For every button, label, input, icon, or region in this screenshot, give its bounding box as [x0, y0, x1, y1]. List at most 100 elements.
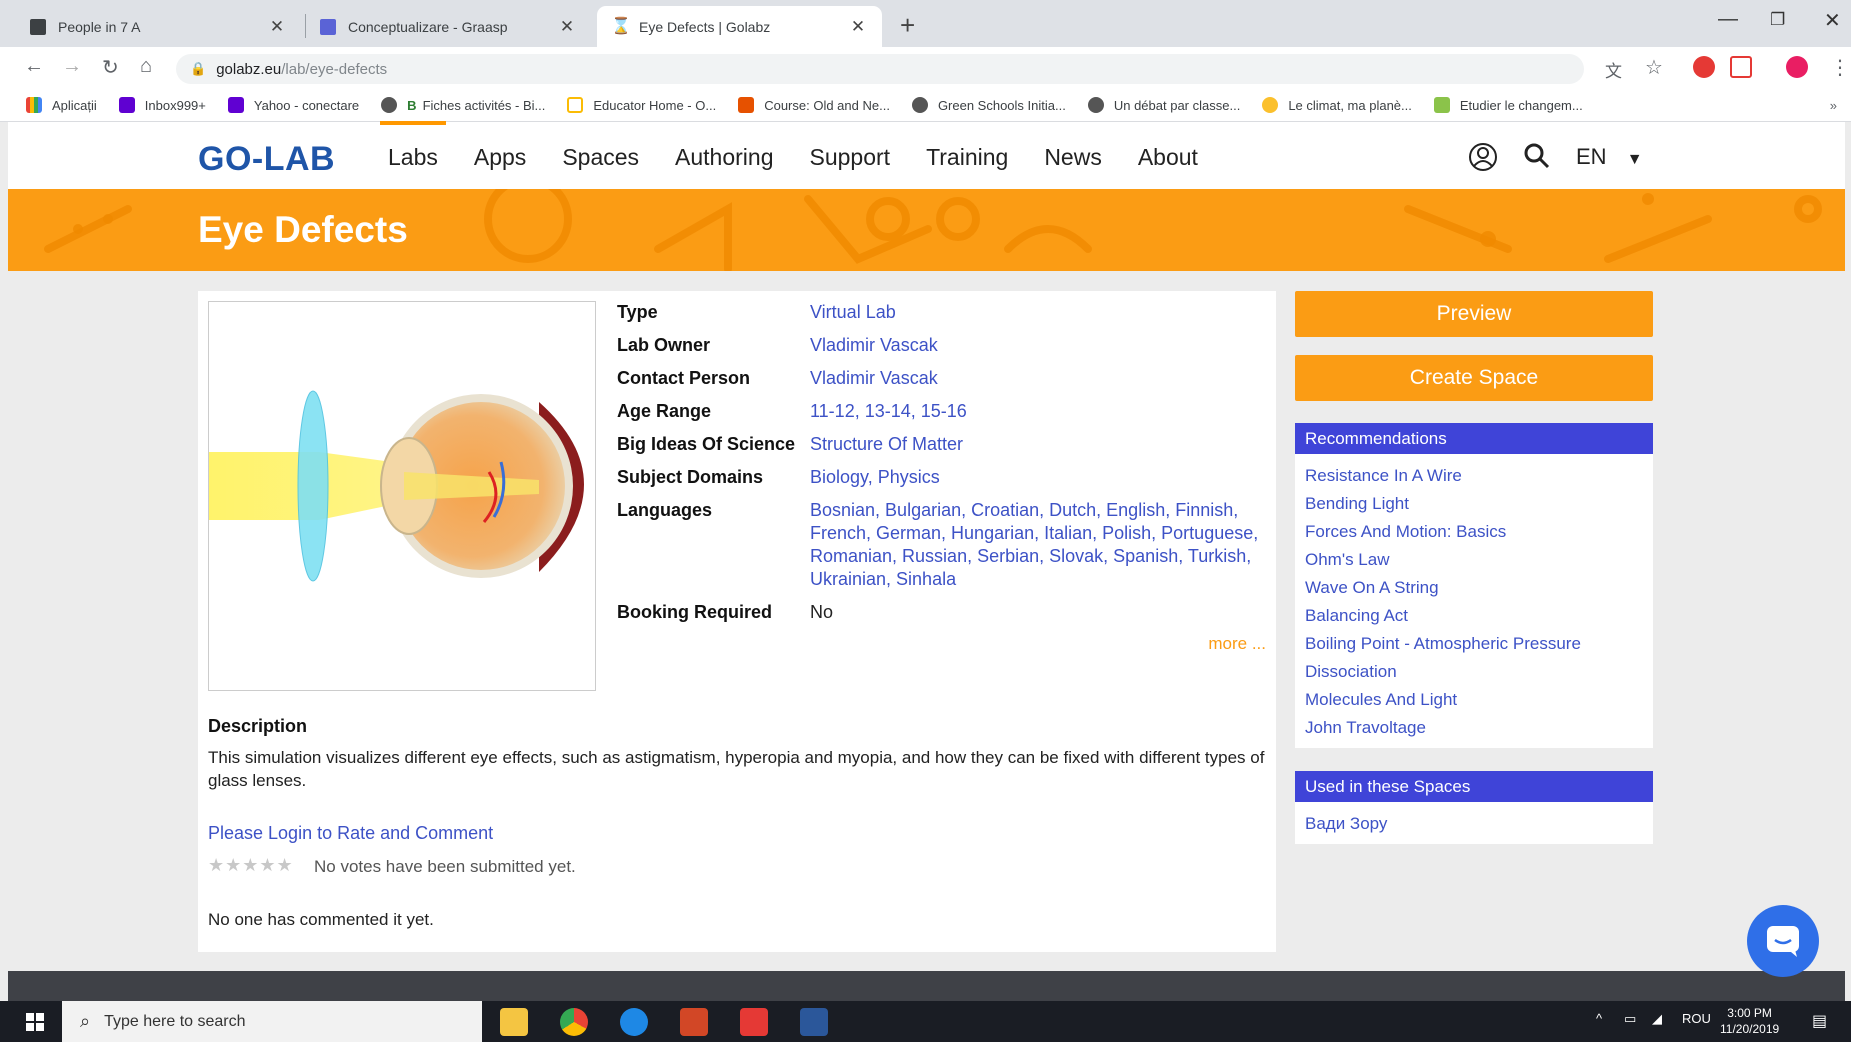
user-account-icon[interactable] — [1468, 142, 1498, 179]
recommendation-link[interactable]: Boiling Point - Atmospheric Pressure — [1305, 630, 1643, 658]
restore-window-icon[interactable]: ❐ — [1770, 10, 1785, 30]
bookmark-label: Inbox999+ — [144, 97, 206, 113]
bookmark-item[interactable]: Le climat, ma planè... — [1262, 97, 1412, 113]
recommendation-link[interactable]: Wave On A String — [1305, 574, 1643, 602]
browser-tab[interactable]: Conceptualizare - Graasp ✕ — [306, 6, 591, 47]
browser-tab[interactable]: People in 7 A ✕ — [16, 6, 301, 47]
recommendations-title: Recommendations — [1295, 423, 1653, 454]
globe-icon — [1087, 97, 1104, 113]
close-tab-icon[interactable]: ✕ — [848, 17, 868, 37]
bookmark-label: Un débat par classe... — [1113, 97, 1241, 113]
show-hidden-icons[interactable]: ^ — [1596, 1011, 1602, 1026]
bookmark-item[interactable]: Educator Home - O... — [567, 97, 716, 113]
search-icon[interactable] — [1523, 142, 1551, 177]
minimize-window-icon[interactable]: — — [1718, 8, 1738, 31]
bookmark-item[interactable]: B Fiches activités - Bi... — [381, 97, 545, 113]
nav-about[interactable]: About — [1138, 144, 1198, 171]
extension-icon[interactable] — [1693, 56, 1715, 78]
input-language[interactable]: ROU — [1682, 1011, 1711, 1026]
recommendation-link[interactable]: Forces And Motion: Basics — [1305, 518, 1643, 546]
taskbar-clock[interactable]: 3:00 PM 11/20/2019 — [1720, 1005, 1779, 1037]
pocket-extension-icon[interactable] — [1730, 56, 1752, 78]
edge-icon[interactable] — [620, 1008, 648, 1036]
reload-icon[interactable]: ↻ — [102, 55, 119, 80]
property-value-link[interactable]: Bosnian, Bulgarian, Croatian, Dutch, Eng… — [810, 499, 1267, 591]
forward-icon[interactable]: → — [62, 55, 82, 78]
search-icon: ⌕ — [80, 1011, 91, 1031]
recommendation-link[interactable]: Ohm's Law — [1305, 546, 1643, 574]
recommendation-link[interactable]: Resistance In A Wire — [1305, 462, 1643, 490]
property-value-link[interactable]: Vladimir Vascak — [810, 334, 1267, 357]
bookmark-item[interactable]: Inbox999+ — [118, 97, 206, 113]
bookmark-item[interactable]: Aplicații — [26, 97, 97, 113]
recommendation-link[interactable]: Dissociation — [1305, 658, 1643, 686]
chat-button[interactable] — [1747, 905, 1819, 977]
description-text: This simulation visualizes different eye… — [208, 748, 1265, 790]
file-explorer-icon[interactable] — [500, 1008, 528, 1036]
home-icon[interactable]: ⌂ — [140, 55, 152, 78]
property-value-link[interactable]: 11-12, 13-14, 15-16 — [810, 400, 1267, 423]
property-value-link[interactable]: Structure Of Matter — [810, 433, 1267, 456]
bookmark-item[interactable]: Green Schools Initia... — [911, 97, 1066, 113]
property-value-link[interactable]: Biology, Physics — [810, 466, 1267, 489]
lab-preview-image[interactable] — [208, 301, 596, 691]
clock-time: 3:00 PM — [1727, 1006, 1772, 1020]
recommendation-link[interactable]: Bending Light — [1305, 490, 1643, 518]
bookmark-star-icon[interactable]: ☆ — [1645, 55, 1663, 80]
recommendation-link[interactable]: Molecules And Light — [1305, 686, 1643, 714]
preview-button[interactable]: Preview — [1295, 291, 1653, 337]
eye-lens-illustration — [209, 390, 584, 582]
bookmark-item[interactable]: Etudier le changem... — [1433, 97, 1583, 113]
more-bookmarks-icon[interactable]: » — [1830, 98, 1837, 113]
notifications-icon[interactable]: ▤ — [1812, 1011, 1827, 1031]
close-tab-icon[interactable]: ✕ — [557, 17, 577, 37]
new-tab-icon[interactable]: + — [900, 10, 915, 41]
property-row: Big Ideas Of Science Structure Of Matter — [617, 433, 1267, 456]
menu-kebab-icon[interactable]: ⋮ — [1830, 55, 1850, 80]
property-value-link[interactable]: Vladimir Vascak — [810, 367, 1267, 390]
battery-icon[interactable]: ▭ — [1624, 1011, 1636, 1027]
space-link[interactable]: Вади Зору — [1305, 810, 1643, 838]
recommendation-link[interactable]: Balancing Act — [1305, 602, 1643, 630]
close-tab-icon[interactable]: ✕ — [267, 17, 287, 37]
acrobat-icon[interactable] — [740, 1008, 768, 1036]
windows-start-icon[interactable] — [26, 1013, 44, 1031]
url-host: golabz.eu — [216, 60, 282, 78]
chevron-down-icon: ▼ — [1626, 151, 1643, 168]
language-selector[interactable]: EN ▼ — [1576, 144, 1643, 170]
nav-apps[interactable]: Apps — [474, 144, 526, 171]
browser-tab-active[interactable]: ⌛ Eye Defects | Golabz ✕ — [597, 6, 882, 47]
create-space-button[interactable]: Create Space — [1295, 355, 1653, 401]
bookmark-label: Fiches activités - Bi... — [422, 97, 546, 113]
wifi-icon[interactable]: ◢ — [1652, 1011, 1662, 1027]
nav-labs[interactable]: Labs — [380, 121, 446, 171]
bookmark-item[interactable]: Yahoo - conectare — [227, 97, 359, 113]
recommendation-link[interactable]: John Travoltage — [1305, 714, 1643, 742]
mail-icon — [118, 97, 135, 113]
bookmark-item[interactable]: Course: Old and Ne... — [738, 97, 890, 113]
golab-logo[interactable]: GO-LAB — [198, 140, 335, 179]
page-title: Eye Defects — [198, 209, 408, 250]
nav-support[interactable]: Support — [810, 144, 891, 171]
login-to-rate-link[interactable]: Please Login to Rate and Comment — [208, 823, 493, 844]
profile-avatar[interactable] — [1786, 56, 1808, 78]
chrome-icon[interactable] — [560, 1008, 588, 1036]
word-icon[interactable] — [800, 1008, 828, 1036]
property-value-link[interactable]: Virtual Lab — [810, 301, 1267, 324]
more-link[interactable]: more ... — [1208, 634, 1266, 654]
translate-icon[interactable]: 文 — [1605, 57, 1622, 82]
close-window-icon[interactable]: ✕ — [1824, 8, 1841, 33]
nav-news[interactable]: News — [1044, 144, 1102, 171]
rating-stars[interactable]: ★★★★★ — [208, 855, 294, 876]
site-footer — [8, 971, 1845, 1001]
bookmark-item[interactable]: Un débat par classe... — [1087, 97, 1241, 113]
url-field[interactable]: 🔒 golabz.eu/lab/eye-defects — [176, 54, 1584, 84]
nav-spaces[interactable]: Spaces — [562, 144, 639, 171]
nav-training[interactable]: Training — [926, 144, 1008, 171]
taskbar-search-input[interactable]: ⌕ Type here to search — [62, 1001, 482, 1042]
description-title: Description — [208, 716, 308, 736]
tab-title: Eye Defects | Golabz — [639, 18, 771, 35]
nav-authoring[interactable]: Authoring — [675, 144, 773, 171]
back-icon[interactable]: ← — [24, 55, 44, 78]
powerpoint-icon[interactable] — [680, 1008, 708, 1036]
